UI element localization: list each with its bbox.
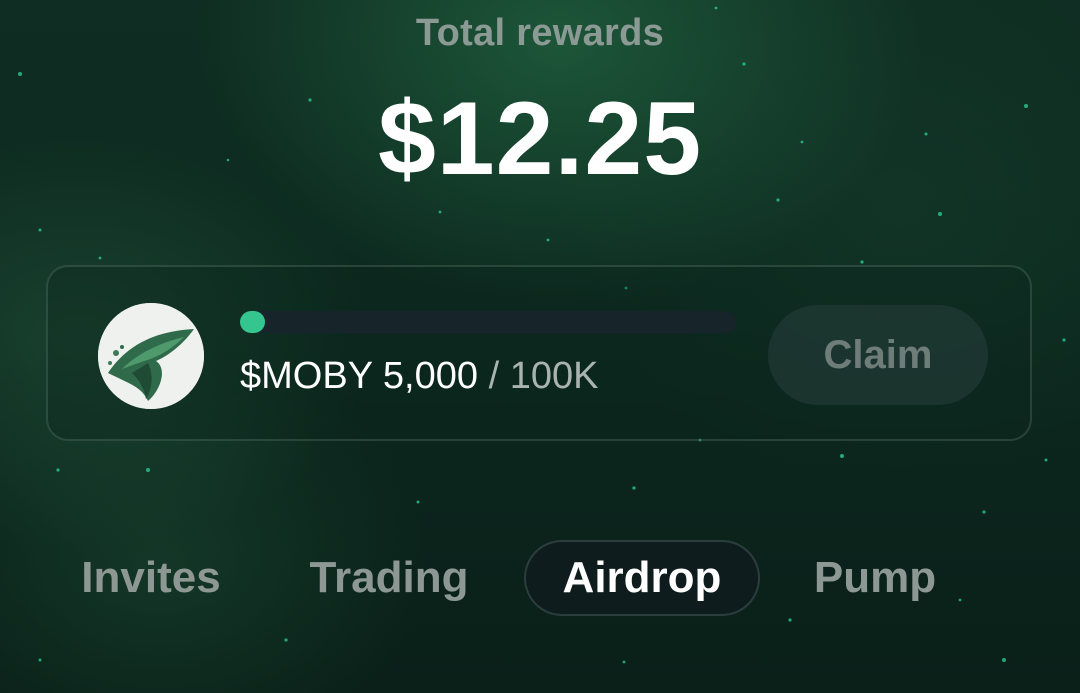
moby-whale-avatar-icon (98, 303, 204, 409)
total-rewards-amount: $12.25 (377, 81, 703, 197)
token-current-amount: 5,000 (382, 355, 479, 397)
token-reward-card: $MOBY 5,000 / 100K Claim (46, 265, 1032, 441)
reward-tabs: Invites Trading Airdrop Pump (0, 540, 1080, 620)
amount-separator: / (488, 355, 500, 397)
reward-progress-label: $MOBY 5,000 / 100K (240, 355, 598, 398)
claim-button[interactable]: Claim (768, 305, 988, 405)
token-max-amount: 100K (509, 355, 599, 397)
reward-progress-bar (240, 311, 736, 333)
tab-trading[interactable]: Trading (284, 540, 494, 616)
total-rewards-label: Total rewards (415, 12, 665, 54)
reward-progress-fill (240, 311, 265, 333)
tab-invites[interactable]: Invites (56, 540, 246, 616)
tab-airdrop[interactable]: Airdrop (524, 540, 760, 616)
tab-pump[interactable]: Pump (790, 540, 960, 616)
token-symbol: $MOBY (240, 355, 373, 397)
